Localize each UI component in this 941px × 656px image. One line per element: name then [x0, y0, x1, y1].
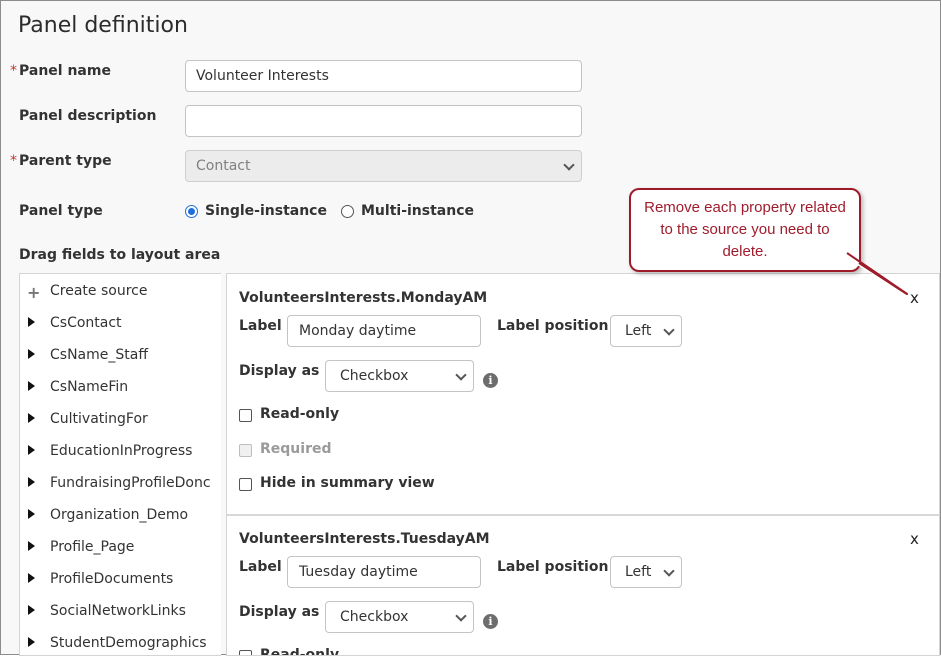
required-checkbox — [239, 444, 252, 457]
expand-arrow-icon[interactable] — [28, 637, 35, 647]
multi-instance-label[interactable]: Multi-instance — [361, 203, 474, 219]
tree-item-label: CsContact — [50, 315, 122, 331]
tree-item-label: CsNameFin — [50, 379, 129, 395]
tree-item-label: CultivatingFor — [50, 411, 148, 427]
required-label: Required — [260, 441, 332, 457]
layout-area[interactable]: VolunteersInterests.MondayAM x Label Mon… — [226, 273, 940, 656]
tree-item[interactable]: CsContact — [20, 313, 221, 337]
tree-item[interactable]: Organization_Demo — [20, 505, 221, 529]
read-only-label: Read-only — [260, 406, 340, 422]
tree-item[interactable]: Profile_Page — [20, 537, 221, 561]
tree-item[interactable]: CultivatingFor — [20, 409, 221, 433]
label-position-value: Left — [625, 323, 652, 339]
remove-property-button[interactable]: x — [910, 530, 919, 548]
display-as-value: Checkbox — [340, 609, 409, 625]
label-input[interactable]: Monday daytime — [287, 315, 481, 347]
panel-name-input[interactable]: Volunteer Interests — [185, 60, 582, 92]
label-caption: Label — [239, 559, 282, 575]
label-caption: Label — [239, 318, 282, 334]
single-instance-label[interactable]: Single-instance — [205, 203, 327, 219]
tree-item[interactable]: SocialNetworkLinks — [20, 601, 221, 625]
display-as-caption: Display as — [239, 604, 320, 620]
remove-property-button[interactable]: x — [910, 289, 919, 307]
chevron-down-icon — [663, 324, 675, 336]
required-mark: * — [10, 63, 17, 79]
tree-item-label: FundraisingProfileDonc — [50, 475, 211, 491]
tree-item-label: EducationInProgress — [50, 443, 193, 459]
info-icon[interactable]: i — [483, 614, 498, 629]
property-name: VolunteersInterests.TuesdayAM — [239, 531, 490, 547]
parent-type-select: Contact — [185, 150, 582, 182]
tree-item[interactable]: CsNameFin — [20, 377, 221, 401]
expand-arrow-icon[interactable] — [28, 509, 35, 519]
chevron-down-icon — [455, 369, 467, 381]
tree-item[interactable]: CsName_Staff — [20, 345, 221, 369]
panel-name-label: Panel name — [19, 63, 111, 79]
expand-arrow-icon[interactable] — [28, 573, 35, 583]
panel-type-label: Panel type — [19, 203, 103, 219]
parent-type-label: Parent type — [19, 153, 112, 169]
chevron-down-icon — [563, 159, 575, 171]
tree-item-label: SocialNetworkLinks — [50, 603, 186, 619]
panel-description-input[interactable] — [185, 105, 582, 137]
label-position-value: Left — [625, 564, 652, 580]
tree-item-label: Profile_Page — [50, 539, 135, 555]
panel-definition-frame: Panel definition * Panel name Volunteer … — [0, 0, 941, 656]
tree-item[interactable]: FundraisingProfileDonc — [20, 473, 221, 497]
source-tree: + Create source CsContact CsName_Staff C… — [19, 273, 221, 656]
single-instance-radio[interactable] — [185, 205, 198, 218]
label-position-select[interactable]: Left — [610, 315, 682, 347]
create-source-label: Create source — [50, 283, 148, 299]
expand-arrow-icon[interactable] — [28, 445, 35, 455]
tree-item-label: StudentDemographics — [50, 635, 207, 651]
tree-item[interactable]: ProfileDocuments — [20, 569, 221, 593]
expand-arrow-icon[interactable] — [28, 605, 35, 615]
display-as-select[interactable]: Checkbox — [325, 360, 474, 392]
parent-type-value: Contact — [196, 158, 251, 174]
expand-arrow-icon[interactable] — [28, 413, 35, 423]
label-position-caption: Label position — [497, 559, 609, 575]
callout-text: Remove each property related to the sour… — [644, 199, 846, 260]
page-title: Panel definition — [18, 13, 188, 38]
read-only-checkbox[interactable] — [239, 409, 252, 422]
property-name: VolunteersInterests.MondayAM — [239, 290, 488, 306]
display-as-value: Checkbox — [340, 368, 409, 384]
tree-item[interactable]: EducationInProgress — [20, 441, 221, 465]
chevron-down-icon — [663, 565, 675, 577]
info-icon[interactable]: i — [483, 373, 498, 388]
tree-item-label: ProfileDocuments — [50, 571, 174, 587]
multi-instance-radio[interactable] — [341, 205, 354, 218]
tree-item-label: CsName_Staff — [50, 347, 148, 363]
expand-arrow-icon[interactable] — [28, 477, 35, 487]
callout-annotation: Remove each property related to the sour… — [629, 188, 861, 272]
expand-arrow-icon[interactable] — [28, 381, 35, 391]
drag-fields-heading: Drag fields to layout area — [19, 247, 221, 263]
tree-item[interactable]: StudentDemographics — [20, 633, 221, 655]
property-card: VolunteersInterests.MondayAM x Label Mon… — [227, 274, 939, 514]
label-input[interactable]: Tuesday daytime — [287, 556, 481, 588]
display-as-caption: Display as — [239, 363, 320, 379]
display-as-select[interactable]: Checkbox — [325, 601, 474, 633]
expand-arrow-icon[interactable] — [28, 349, 35, 359]
label-position-select[interactable]: Left — [610, 556, 682, 588]
label-position-caption: Label position — [497, 318, 609, 334]
plus-icon: + — [27, 283, 41, 302]
required-mark: * — [10, 153, 17, 169]
chevron-down-icon — [455, 610, 467, 622]
hide-summary-checkbox[interactable] — [239, 478, 252, 491]
expand-arrow-icon[interactable] — [28, 317, 35, 327]
panel-description-label: Panel description — [19, 108, 157, 124]
read-only-checkbox[interactable] — [239, 650, 252, 655]
tree-item-label: Organization_Demo — [50, 507, 189, 523]
property-card: VolunteersInterests.TuesdayAM x Label Tu… — [227, 516, 939, 655]
hide-summary-label: Hide in summary view — [260, 475, 435, 491]
create-source-link[interactable]: + Create source — [20, 281, 221, 305]
expand-arrow-icon[interactable] — [28, 541, 35, 551]
